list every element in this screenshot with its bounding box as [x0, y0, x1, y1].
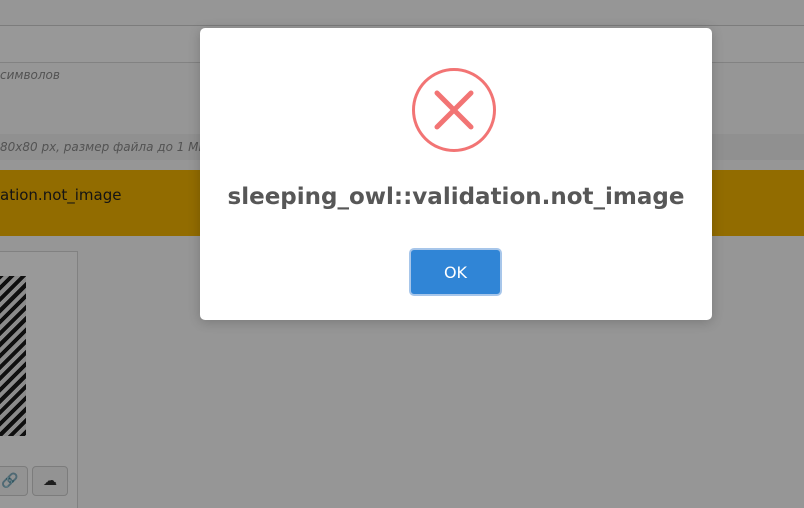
page: символов 80x80 px, размер файла до 1 МБ,… — [0, 0, 804, 508]
ok-button[interactable]: OK — [409, 248, 502, 296]
dialog-title: sleeping_owl::validation.not_image — [227, 184, 685, 210]
error-dialog: sleeping_owl::validation.not_image OK — [200, 28, 712, 320]
error-x-icon — [412, 68, 496, 152]
